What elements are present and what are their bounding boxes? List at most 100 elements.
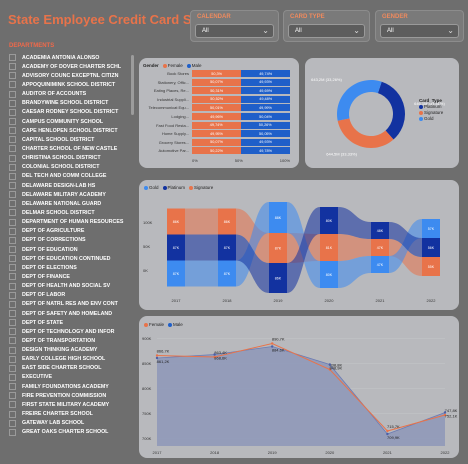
department-item[interactable]: BRANDYWINE SCHOOL DISTRICT — [9, 99, 135, 108]
checkbox[interactable] — [9, 191, 16, 199]
female-bar-segment[interactable]: 49,74% — [192, 121, 241, 129]
gender-bar-row[interactable]: Lodging... 49,96% 50,04% — [143, 113, 290, 120]
department-item[interactable]: FAMILY FOUNDATIONS ACADEMY — [9, 382, 135, 391]
checkbox[interactable] — [9, 127, 16, 135]
department-item[interactable]: ACADEMY OF DOVER CHARTER SCHL — [9, 62, 135, 71]
checkbox[interactable] — [9, 364, 16, 372]
department-item[interactable]: DEPT OF HEALTH AND SOCIAL SV — [9, 282, 135, 291]
checkbox[interactable] — [9, 264, 16, 272]
male-bar-segment[interactable]: 49,93% — [241, 138, 290, 146]
male-bar-segment[interactable]: 50,04% — [241, 113, 290, 120]
male-bar-segment[interactable]: 49,99% — [241, 104, 290, 112]
checkbox[interactable] — [9, 236, 16, 244]
department-list-scrollbar[interactable] — [131, 55, 134, 115]
department-item[interactable]: DEPT OF LABOR — [9, 291, 135, 300]
checkbox[interactable] — [9, 319, 16, 327]
checkbox[interactable] — [9, 72, 16, 80]
department-item[interactable]: GREAT OAKS CHARTER SCHOOL — [9, 428, 135, 437]
department-item[interactable]: CAPITAL SCHOOL DISTRICT — [9, 135, 135, 144]
department-item[interactable]: APPOQUINIMINK SCHOOL DISTRICT — [9, 80, 135, 89]
department-item[interactable]: DELAWARE DESIGN-LAB HS — [9, 181, 135, 190]
department-item[interactable]: CAESAR RODNEY SCHOOL DISTRICT — [9, 108, 135, 117]
gender-bar-row[interactable]: Industrial Suppli... 50,52% 49,48% — [143, 95, 290, 103]
gender-bar-row[interactable]: Fast Food Resta... 49,74% 50,26% — [143, 121, 290, 129]
checkbox[interactable] — [9, 209, 16, 217]
female-bar-segment[interactable]: 49,95% — [192, 130, 241, 138]
gender-bar-row[interactable]: Telecommunicat Equ... 50,01% 49,99% — [143, 104, 290, 112]
checkbox[interactable] — [9, 291, 16, 299]
checkbox[interactable] — [9, 136, 16, 144]
gender-dropdown[interactable]: All ⌄ — [380, 24, 459, 38]
department-item[interactable]: DEPT OF TECHNOLOGY AND INFOR — [9, 327, 135, 336]
department-item[interactable]: CAMPUS COMMUNITY SCHOOL — [9, 117, 135, 126]
donut-slice-gold[interactable] — [337, 80, 382, 121]
department-item[interactable]: ADVISORY COUNC EXCEPTNL CITIZN — [9, 71, 135, 80]
checkbox[interactable] — [9, 200, 16, 208]
gender-bar-row[interactable]: Home Supply... 49,95% 50,05% — [143, 130, 290, 138]
female-bar-segment[interactable]: 50,3% — [192, 70, 242, 77]
checkbox[interactable] — [9, 99, 16, 107]
checkbox[interactable] — [9, 328, 16, 336]
checkbox[interactable] — [9, 337, 16, 345]
calendar-slicer[interactable]: CALENDAR All ⌄ — [190, 10, 279, 42]
female-bar-segment[interactable]: 50,07% — [192, 78, 242, 86]
department-item[interactable]: DEPT OF SAFETY AND HOMELAND — [9, 309, 135, 318]
department-item[interactable]: ACADEMIA ANTONIA ALONSO — [9, 53, 135, 62]
gender-bar-row[interactable]: Stationery, Offic... 50,07% 49,93% — [143, 78, 290, 86]
department-item[interactable]: EARLY COLLEGE HIGH SCHOOL — [9, 355, 135, 364]
checkbox[interactable] — [9, 373, 16, 381]
male-bar-segment[interactable]: 49,74% — [241, 70, 290, 77]
gender-bar-row[interactable]: Automotive Par... 50,22% 49,78% — [143, 147, 290, 155]
department-item[interactable]: DELAWARE NATIONAL GUARD — [9, 199, 135, 208]
female-bar-segment[interactable]: 50,31% — [192, 87, 242, 95]
checkbox[interactable] — [9, 145, 16, 153]
department-item[interactable]: DEPARTMENT OF HUMAN RESOURCES — [9, 218, 135, 227]
checkbox[interactable] — [9, 282, 16, 290]
checkbox[interactable] — [9, 108, 16, 116]
checkbox[interactable] — [9, 410, 16, 418]
male-bar-segment[interactable]: 49,48% — [241, 95, 290, 103]
department-item[interactable]: COLONIAL SCHOOL DISTRICT — [9, 163, 135, 172]
department-item[interactable]: CHARTER SCHOOL OF NEW CASTLE — [9, 144, 135, 153]
checkbox[interactable] — [9, 346, 16, 354]
checkbox[interactable] — [9, 182, 16, 190]
department-item[interactable]: DELMAR SCHOOL DISTRICT — [9, 208, 135, 217]
female-bar-segment[interactable]: 50,52% — [192, 95, 242, 103]
department-item[interactable]: DELAWARE MILITARY ACADEMY — [9, 190, 135, 199]
checkbox[interactable] — [9, 172, 16, 180]
department-item[interactable]: DEPT OF EDUCATION — [9, 245, 135, 254]
department-item[interactable]: CAPE HENLOPEN SCHOOL DISTRICT — [9, 126, 135, 135]
checkbox[interactable] — [9, 246, 16, 254]
department-item[interactable]: EAST SIDE CHARTER SCHOOL — [9, 364, 135, 373]
male-bar-segment[interactable]: 50,26% — [240, 121, 290, 129]
gender-bar-row[interactable]: Eating Places, Re... 50,31% 49,69% — [143, 87, 290, 95]
checkbox[interactable] — [9, 163, 16, 171]
checkbox[interactable] — [9, 255, 16, 263]
department-item[interactable]: EXECUTIVE — [9, 373, 135, 382]
gender-slicer[interactable]: GENDER All ⌄ — [375, 10, 464, 42]
department-item[interactable]: DESIGN THINKING ACADEMY — [9, 346, 135, 355]
gender-bar-row[interactable]: Book Stores 50,3% 49,74% — [143, 70, 290, 77]
female-bar-segment[interactable]: 49,96% — [192, 113, 242, 120]
calendar-dropdown[interactable]: All ⌄ — [195, 24, 274, 38]
checkbox[interactable] — [9, 392, 16, 400]
department-item[interactable]: FREIRE CHARTER SCHOOL — [9, 409, 135, 418]
donut-slice-signature[interactable] — [337, 118, 394, 149]
donut-slice-platinum[interactable] — [377, 81, 405, 140]
checkbox[interactable] — [9, 63, 16, 71]
checkbox[interactable] — [9, 273, 16, 281]
department-item[interactable]: DEPT OF CORRECTIONS — [9, 236, 135, 245]
checkbox[interactable] — [9, 118, 16, 126]
department-item[interactable]: DEPT OF STATE — [9, 318, 135, 327]
department-item[interactable]: DEPT OF TRANSPORTATION — [9, 336, 135, 345]
checkbox[interactable] — [9, 154, 16, 162]
checkbox[interactable] — [9, 227, 16, 235]
checkbox[interactable] — [9, 54, 16, 62]
department-item[interactable]: FIRST STATE MILITARY ACADEMY — [9, 400, 135, 409]
department-list[interactable]: ACADEMIA ANTONIA ALONSO ACADEMY OF DOVER … — [9, 53, 135, 461]
department-item[interactable]: DEPT OF NATRL RES AND ENV CONT — [9, 300, 135, 309]
male-bar-segment[interactable]: 49,93% — [241, 78, 290, 86]
checkbox[interactable] — [9, 419, 16, 427]
department-item[interactable]: DEPT OF FINANCE — [9, 272, 135, 281]
checkbox[interactable] — [9, 90, 16, 98]
